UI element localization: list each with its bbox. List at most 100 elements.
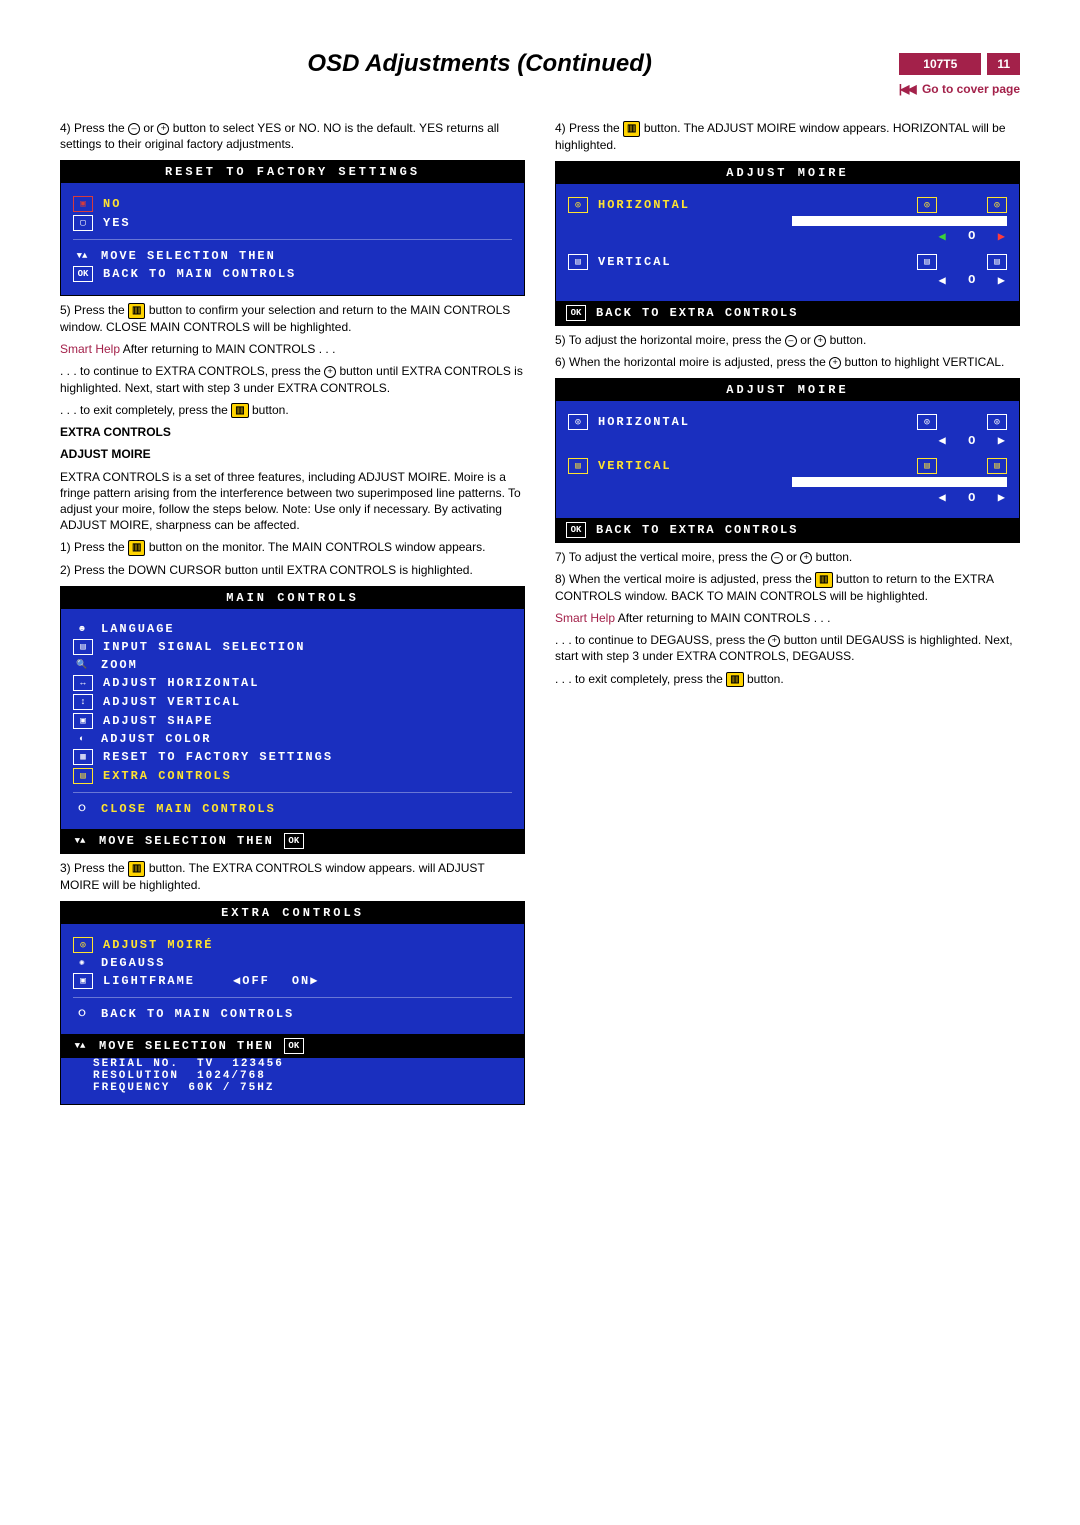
step-1: 1) Press the ▥ button on the monitor. Th… bbox=[60, 539, 525, 556]
ok-icon: OK bbox=[73, 266, 93, 282]
page-title: OSD Adjustments (Continued) bbox=[60, 50, 899, 78]
menu-item: DEGAUSS bbox=[101, 956, 165, 970]
osd-title: ADJUST MOIRE bbox=[556, 379, 1019, 401]
left-arrow-icon: ◀ bbox=[939, 229, 948, 244]
updown-icon: ▼▲ bbox=[71, 834, 89, 848]
step-2: 2) Press the DOWN CURSOR button until EX… bbox=[60, 562, 525, 578]
r-step-8: 8) When the vertical moire is adjusted, … bbox=[555, 571, 1020, 604]
menu-item: ADJUST HORIZONTAL bbox=[103, 676, 259, 690]
heading-adjust-moire: ADJUST MOIRE bbox=[60, 446, 525, 462]
moire-icon: ◎ bbox=[73, 937, 93, 953]
osd-adjust-moire-h: ADJUST MOIRE ◎HORIZONTAL◎◎ ◀O▶ ▤VERTICAL… bbox=[555, 161, 1020, 326]
step-4: 4) Press the or button to select YES or … bbox=[60, 120, 525, 152]
lightframe-icon: ▣ bbox=[73, 973, 93, 989]
step-3: 3) Press the ▥ button. The EXTRA CONTROL… bbox=[60, 860, 525, 893]
r-step-6: 6) When the horizontal moire is adjusted… bbox=[555, 354, 1020, 370]
power-icon: ⭘ bbox=[73, 802, 91, 816]
power-icon: ⭘ bbox=[73, 1007, 91, 1021]
input-icon: ▤ bbox=[73, 639, 93, 655]
smart-help-2: Smart Help After returning to MAIN CONTR… bbox=[555, 610, 1020, 626]
r-step-7: 7) To adjust the vertical moire, press t… bbox=[555, 549, 1020, 565]
globe-icon: ☻ bbox=[73, 622, 91, 636]
menu-item: ZOOM bbox=[101, 658, 138, 672]
shape-icon: ▣ bbox=[73, 713, 93, 729]
option-yes: YES bbox=[103, 216, 131, 230]
osd-extra-controls: EXTRA CONTROLS ◎ ADJUST MOIRÉ ✺ DEGAUSS ▣ L… bbox=[60, 901, 525, 1105]
moire-icon: ◎ bbox=[568, 197, 588, 213]
close-main-controls: CLOSE MAIN CONTROLS bbox=[101, 802, 276, 816]
ok-icon: OK bbox=[566, 522, 586, 538]
right-arrow-icon: ▶ bbox=[998, 490, 1007, 505]
plus-icon bbox=[800, 552, 812, 564]
osd-adjust-moire-v: ADJUST MOIRE ◎HORIZONTAL◎◎ ◀O▶ ▤VERTICAL… bbox=[555, 378, 1020, 543]
moire-icon: ◎ bbox=[568, 414, 588, 430]
ok-icon: OK bbox=[284, 1038, 304, 1054]
osd-title: MAIN CONTROLS bbox=[61, 587, 524, 609]
box-icon: ▢ bbox=[73, 215, 93, 231]
ok-button-icon: ▥ bbox=[128, 540, 145, 556]
vert-icon: ▤ bbox=[917, 254, 937, 270]
select-icon: ▣ bbox=[73, 196, 93, 212]
exit-hint-2: . . . to exit completely, press the ▥ bu… bbox=[555, 671, 1020, 688]
minus-icon bbox=[785, 335, 797, 347]
ok-button-icon: ▥ bbox=[623, 121, 640, 137]
label-vertical: VERTICAL bbox=[598, 459, 672, 473]
ok-button-icon: ▥ bbox=[726, 672, 743, 688]
minus-icon bbox=[128, 123, 140, 135]
exit-hint-1: . . . to exit completely, press the ▥ bu… bbox=[60, 402, 525, 419]
osd-reset: RESET TO FACTORY SETTINGS ▣NO ▢YES ▼▲MOV… bbox=[60, 160, 525, 296]
vert-icon: ▤ bbox=[987, 254, 1007, 270]
vert-icon: ▤ bbox=[987, 458, 1007, 474]
ok-icon: OK bbox=[566, 305, 586, 321]
vert-icon: ↕ bbox=[73, 694, 93, 710]
step-5: 5) Press the ▥ button to confirm your se… bbox=[60, 302, 525, 335]
horiz-icon: ↔ bbox=[73, 675, 93, 691]
right-column: 4) Press the ▥ button. The ADJUST MOIRE … bbox=[555, 114, 1020, 1111]
left-column: 4) Press the or button to select YES or … bbox=[60, 114, 525, 1111]
menu-item: ADJUST SHAPE bbox=[103, 714, 213, 728]
page-number: 11 bbox=[987, 53, 1020, 75]
left-arrow-icon: ◀ bbox=[939, 433, 948, 448]
menu-item: INPUT SIGNAL SELECTION bbox=[103, 640, 305, 654]
updown-icon: ▼▲ bbox=[73, 249, 91, 263]
ok-button-icon: ▥ bbox=[815, 572, 832, 588]
osd-title: RESET TO FACTORY SETTINGS bbox=[61, 161, 524, 183]
model-badge: 107T5 bbox=[899, 53, 981, 75]
updown-icon: ▼▲ bbox=[71, 1039, 89, 1053]
moire-icon: ◎ bbox=[917, 197, 937, 213]
degauss-icon: ✺ bbox=[73, 956, 91, 970]
vert-icon: ▤ bbox=[917, 458, 937, 474]
zoom-icon: 🔍 bbox=[73, 658, 91, 672]
moire-icon: ◎ bbox=[987, 197, 1007, 213]
menu-item: LIGHTFRAME bbox=[103, 974, 195, 988]
ok-icon: OK bbox=[284, 833, 304, 849]
menu-item: RESET TO FACTORY SETTINGS bbox=[103, 750, 333, 764]
minus-icon bbox=[771, 552, 783, 564]
r-step-5: 5) To adjust the horizontal moire, press… bbox=[555, 332, 1020, 348]
rewind-icon: |◀◀ bbox=[899, 82, 915, 96]
ok-button-icon: ▥ bbox=[128, 861, 145, 877]
osd-title: EXTRA CONTROLS bbox=[61, 902, 524, 924]
plus-icon bbox=[814, 335, 826, 347]
plus-icon bbox=[768, 635, 780, 647]
r-step-4: 4) Press the ▥ button. The ADJUST MOIRE … bbox=[555, 120, 1020, 153]
continue-hint-1: . . . to continue to EXTRA CONTROLS, pre… bbox=[60, 363, 525, 395]
right-arrow-icon: ▶ bbox=[998, 433, 1007, 448]
osd-main-controls: MAIN CONTROLS ☻ LANGUAGE ▤ INPUT SIGNAL SE… bbox=[60, 586, 525, 854]
menu-item: LANGUAGE bbox=[101, 622, 175, 636]
go-to-cover-link[interactable]: |◀◀ Go to cover page bbox=[60, 82, 1020, 96]
smart-help-1: Smart Help After returning to MAIN CONTR… bbox=[60, 341, 525, 357]
menu-item: ADJUST MOIRÉ bbox=[103, 938, 213, 952]
left-arrow-icon: ◀ bbox=[939, 490, 948, 505]
continue-hint-2: . . . to continue to DEGAUSS, press the … bbox=[555, 632, 1020, 664]
back-main-controls: BACK TO MAIN CONTROLS bbox=[101, 1007, 294, 1021]
label-vertical: VERTICAL bbox=[598, 255, 672, 269]
slider-bar bbox=[792, 477, 1008, 487]
ok-button-icon: ▥ bbox=[128, 303, 145, 319]
moire-icon: ◎ bbox=[987, 414, 1007, 430]
right-arrow-icon: ▶ bbox=[998, 229, 1007, 244]
vert-icon: ▤ bbox=[568, 254, 588, 270]
plus-icon bbox=[829, 357, 841, 369]
ok-button-icon: ▥ bbox=[231, 403, 248, 419]
option-no: NO bbox=[103, 197, 121, 211]
